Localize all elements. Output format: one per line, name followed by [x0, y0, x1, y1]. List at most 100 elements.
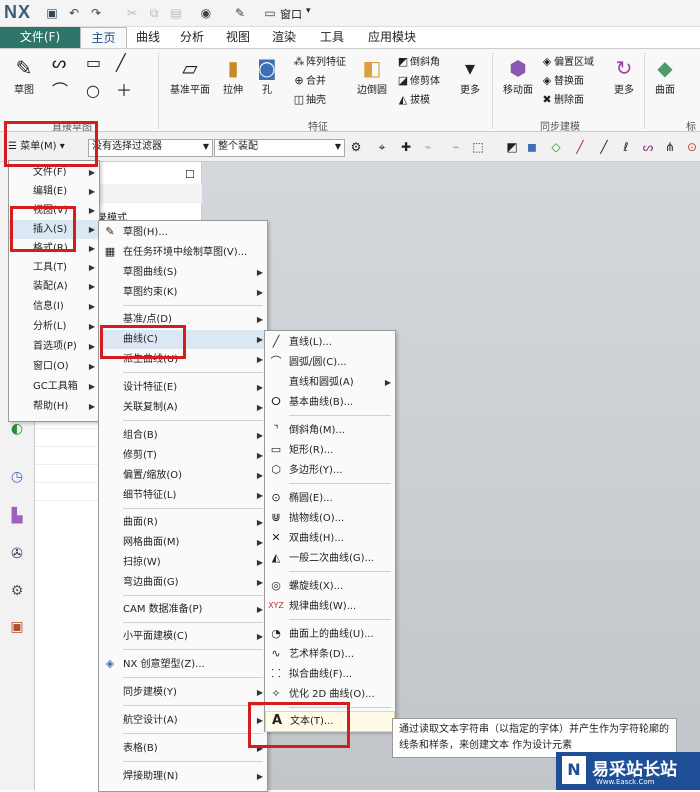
tab-view[interactable]: 视图: [218, 27, 258, 48]
insert-sketch-in-task[interactable]: ▦ 在任务环境中绘制草图(V)...: [99, 243, 267, 262]
roles-icon[interactable]: ◐: [8, 420, 26, 438]
insert-cam-data-prep[interactable]: CAM 数据准备(P) ▶: [99, 600, 267, 619]
insert-nx-realize-shape[interactable]: ◈ NX 创意塑型(Z)...: [99, 655, 267, 674]
menu-item-window[interactable]: 窗口(O) ▶: [9, 357, 99, 376]
insert-sketch-constraint[interactable]: 草图约束(K) ▶: [99, 283, 267, 302]
pattern-feature-button[interactable]: ⁂ 阵列特征: [292, 54, 347, 71]
solid-select-icon[interactable]: ◼: [524, 139, 540, 155]
history-icon[interactable]: ◷: [8, 468, 26, 486]
curve-basic-curves[interactable]: ⵔ 基本曲线(B)...: [265, 393, 395, 412]
tangent-curve-icon[interactable]: ℓ: [618, 139, 634, 155]
process-studio-icon[interactable]: ✇: [8, 545, 26, 563]
insert-mesh-surface[interactable]: 网格曲面(M) ▶: [99, 533, 267, 552]
touch-mode-icon[interactable]: ◉: [198, 5, 214, 21]
sketch-button[interactable]: ✎ 草图: [6, 55, 42, 96]
copy-icon[interactable]: ⧉: [146, 5, 162, 21]
unite-button[interactable]: ⊕ 合并: [292, 73, 326, 90]
selection-settings-icon[interactable]: ⚙: [348, 139, 364, 155]
delete-face-button[interactable]: ✖ 删除面: [540, 92, 584, 109]
curve-rectangle[interactable]: ▭ 矩形(R)...: [265, 441, 395, 460]
selection-filter-combo[interactable]: 没有选择过滤器: [88, 139, 213, 157]
insert-flange-surface[interactable]: 弯边曲面(G) ▶: [99, 573, 267, 592]
save-icon[interactable]: ▣: [44, 5, 60, 21]
more-features-button[interactable]: ▾ 更多: [456, 55, 484, 96]
vertex-select-icon[interactable]: ◇: [548, 139, 564, 155]
repeat-command-icon[interactable]: ✎: [232, 5, 248, 21]
paste-icon[interactable]: ▤: [168, 5, 184, 21]
more-sync-button[interactable]: ↻ 更多: [610, 55, 638, 96]
menu-item-assembly[interactable]: 装配(A) ▶: [9, 277, 99, 296]
center-point-icon[interactable]: ⊙: [684, 139, 700, 155]
insert-sync-modeling[interactable]: 同步建模(Y) ▶: [99, 683, 267, 702]
maximize-icon[interactable]: ☐: [185, 168, 195, 181]
undo-icon[interactable]: ↶: [66, 5, 82, 21]
assembly-scope-combo[interactable]: 整个装配: [214, 139, 345, 157]
dropdown-arrow-icon[interactable]: ▾: [306, 6, 311, 16]
curve-polygon[interactable]: ⬡ 多边形(Y)...: [265, 461, 395, 480]
menu-item-information[interactable]: 信息(I) ▶: [9, 297, 99, 316]
ca-navigator-icon[interactable]: ⚙: [8, 582, 26, 600]
snap-icon[interactable]: ⌖: [374, 139, 390, 155]
rectangle-icon[interactable]: ▭: [86, 55, 101, 71]
curve-helix[interactable]: ◎ 螺旋线(X)...: [265, 577, 395, 596]
rectangle-select-icon[interactable]: ⬚: [470, 139, 486, 155]
replace-face-button[interactable]: ◈ 替换面: [540, 73, 584, 90]
curve-lines-arcs[interactable]: 直线和圆弧(A) ▶: [265, 373, 395, 392]
curve-chamfer[interactable]: ⌝ 倒斜角(M)...: [265, 421, 395, 440]
tab-render[interactable]: 渲染: [264, 27, 304, 48]
offset-region-button[interactable]: ◈ 偏置区域: [540, 54, 594, 71]
redo-icon[interactable]: ↷: [88, 5, 104, 21]
insert-trim[interactable]: 修剪(T) ▶: [99, 446, 267, 465]
chamfer-button[interactable]: ◩ 倒斜角: [396, 54, 440, 71]
web-browser-icon[interactable]: ▣: [8, 618, 26, 636]
menu-item-tools[interactable]: 工具(T) ▶: [9, 258, 99, 277]
tab-file[interactable]: 文件(F): [0, 27, 80, 48]
insert-design-feature[interactable]: 设计特征(E) ▶: [99, 378, 267, 397]
tab-home[interactable]: 主页: [80, 27, 127, 49]
curve-general-conic[interactable]: ◭ 一般二次曲线(G)...: [265, 549, 395, 568]
menu-item-edit[interactable]: 编辑(E) ▶: [9, 182, 99, 201]
menu-item-analysis[interactable]: 分析(L) ▶: [9, 317, 99, 336]
body-select-icon[interactable]: ◩: [504, 139, 520, 155]
tab-tools[interactable]: 工具: [312, 27, 352, 48]
intersection-icon[interactable]: ⋔: [662, 139, 678, 155]
curve-on-surface[interactable]: ◔ 曲面上的曲线(U)...: [265, 625, 395, 644]
insert-detail-feature[interactable]: 细节特征(L) ▶: [99, 486, 267, 505]
cut-icon[interactable]: ✂: [124, 5, 140, 21]
trim-body-button[interactable]: ◪ 修剪体: [396, 73, 440, 90]
insert-sweep[interactable]: 扫掠(W) ▶: [99, 553, 267, 572]
curve-line[interactable]: ╱ 直线(L)...: [265, 333, 395, 352]
hole-button[interactable]: ◙ 孔: [252, 55, 282, 96]
datum-plane-button[interactable]: ▱ 基准平面: [168, 55, 212, 96]
move-face-button[interactable]: ⬢ 移动面: [500, 55, 536, 96]
insert-weld-assistant[interactable]: 焊接助理(N) ▶: [99, 767, 267, 786]
window-icon[interactable]: ▭: [262, 5, 278, 21]
insert-sketch[interactable]: ✎ 草图(H)...: [99, 223, 267, 242]
system-scene-icon[interactable]: ▙: [8, 507, 26, 525]
tab-application[interactable]: 应用模块: [362, 27, 422, 48]
extrude-button[interactable]: ▮ 拉伸: [218, 55, 248, 96]
edge-blend-button[interactable]: ◧ 边倒圆: [354, 55, 390, 96]
point-icon[interactable]: ＋: [116, 83, 132, 99]
menu-item-gc-toolkit[interactable]: GC工具箱 ▶: [9, 377, 99, 396]
shell-button[interactable]: ◫ 抽壳: [292, 92, 326, 109]
insert-offset-scale[interactable]: 偏置/缩放(O) ▶: [99, 466, 267, 485]
menu-item-preferences[interactable]: 首选项(P) ▶: [9, 337, 99, 356]
insert-sketch-curve[interactable]: 草图曲线(S) ▶: [99, 263, 267, 282]
window-menu-label[interactable]: 窗口: [280, 6, 302, 22]
curve-parabola[interactable]: ⋓ 抛物线(O)...: [265, 509, 395, 528]
insert-associative-copy[interactable]: 关联复制(A) ▶: [99, 398, 267, 417]
curve-ellipse[interactable]: ⊙ 椭圆(E)...: [265, 489, 395, 508]
circle-icon[interactable]: ○: [86, 83, 100, 99]
insert-facet-modeling[interactable]: 小平面建模(C) ▶: [99, 627, 267, 646]
curve-law-curve[interactable]: XYZ 规律曲线(W)...: [265, 597, 395, 616]
insert-combine[interactable]: 组合(B) ▶: [99, 426, 267, 445]
add-point-icon[interactable]: ✚: [398, 139, 414, 155]
feature-curve-icon[interactable]: ᔕ: [640, 139, 656, 155]
curve-studio-spline[interactable]: ∿ 艺术样条(D)...: [265, 645, 395, 664]
tab-curve[interactable]: 曲线: [128, 27, 168, 48]
curve-arc-circle[interactable]: ⌒ 圆弧/圆(C)...: [265, 353, 395, 372]
insert-aerospace-design[interactable]: 航空设计(A) ▶: [99, 711, 267, 730]
surface-button[interactable]: ◆ 曲面: [650, 55, 680, 96]
insert-table[interactable]: 表格(B) ▶: [99, 739, 267, 758]
